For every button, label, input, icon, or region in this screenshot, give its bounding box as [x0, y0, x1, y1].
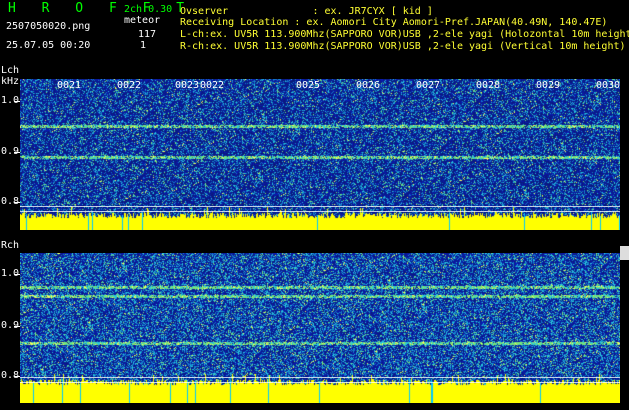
- version-label: 2ch 0.30: [124, 4, 173, 15]
- timestamp-label: 0029: [536, 80, 561, 91]
- observer-line: Ovserver : ex. JR7CYX [ kid ]: [180, 6, 433, 17]
- lch-grid-line: [20, 206, 620, 207]
- timestamp-label: 0023: [175, 80, 200, 91]
- scroll-handle[interactable]: [620, 246, 629, 260]
- lch-tick-mark: [14, 101, 20, 102]
- lch-spectrogram: [20, 79, 620, 230]
- lch-right-scale: [620, 79, 629, 230]
- rch-title: Rch: [1, 240, 20, 251]
- timestamp-label: 0027: [416, 80, 441, 91]
- rch-right-scale: [620, 253, 629, 403]
- lch-meteor-count: 117: [138, 29, 157, 40]
- datetime-label: 25.07.05 00:20: [6, 40, 91, 51]
- meteor-label: meteor: [124, 15, 161, 26]
- lch-tick-mark: [14, 152, 20, 153]
- lch-info-line: L-ch:ex. UV5R 113.900Mhz(SAPPORO VOR)USB…: [180, 29, 629, 40]
- rch-tick-mark: [14, 274, 20, 275]
- lch-tick-mark: [14, 202, 20, 203]
- rch-grid-line: [20, 382, 620, 383]
- rch-grid-line: [20, 377, 620, 378]
- timestamp-label: 0022: [117, 80, 142, 91]
- timestamp-label: 0021: [57, 80, 82, 91]
- lch-title: Lch: [1, 65, 20, 76]
- lch-unit: kHz: [1, 76, 20, 87]
- timestamp-label: 0022: [200, 80, 225, 91]
- timestamp-label: 0028: [476, 80, 501, 91]
- lch-grid-line: [20, 211, 620, 212]
- location-line: Receiving Location : ex. Aomori City Aom…: [180, 17, 608, 28]
- timestamp-label: 0026: [356, 80, 381, 91]
- filename-label: 2507050020.png: [6, 21, 91, 32]
- timestamp-label: 0030: [596, 80, 621, 91]
- rch-spectrogram: [20, 253, 620, 403]
- rch-info-line: R-ch:ex. UV5R 113.900Mhz(SAPPORO VOR)USB…: [180, 41, 626, 52]
- rch-meteor-count: 1: [140, 40, 147, 51]
- timestamp-label: 0025: [296, 80, 321, 91]
- rch-tick-mark: [14, 326, 20, 327]
